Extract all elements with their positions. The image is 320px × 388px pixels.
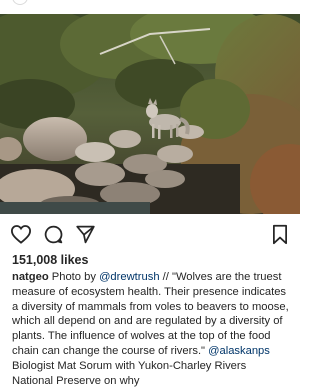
mention-link[interactable]: @drewtrush: [99, 271, 159, 283]
wolf-on-rocks-image: [0, 14, 300, 214]
caption-text: Biologist Mat Sorum with Yukon-Charley R…: [12, 359, 247, 387]
caption-text: Photo by: [48, 271, 100, 283]
paper-plane-icon[interactable]: [73, 222, 97, 246]
caption-username[interactable]: natgeo: [12, 271, 49, 283]
avatar[interactable]: [12, 0, 28, 5]
post-caption: natgeo Photo by @drewtrush // "Wolves ar…: [12, 270, 290, 388]
post-header-strip: [0, 0, 300, 14]
post-action-bar: [0, 222, 300, 248]
post-photo[interactable]: [0, 14, 300, 214]
comment-bubble-icon[interactable]: [41, 222, 65, 246]
heart-outline-icon[interactable]: [9, 222, 33, 246]
like-count[interactable]: 151,008 likes: [12, 253, 88, 267]
mention-link[interactable]: @alaskanps: [208, 345, 270, 357]
bookmark-outline-icon[interactable]: [268, 222, 292, 246]
